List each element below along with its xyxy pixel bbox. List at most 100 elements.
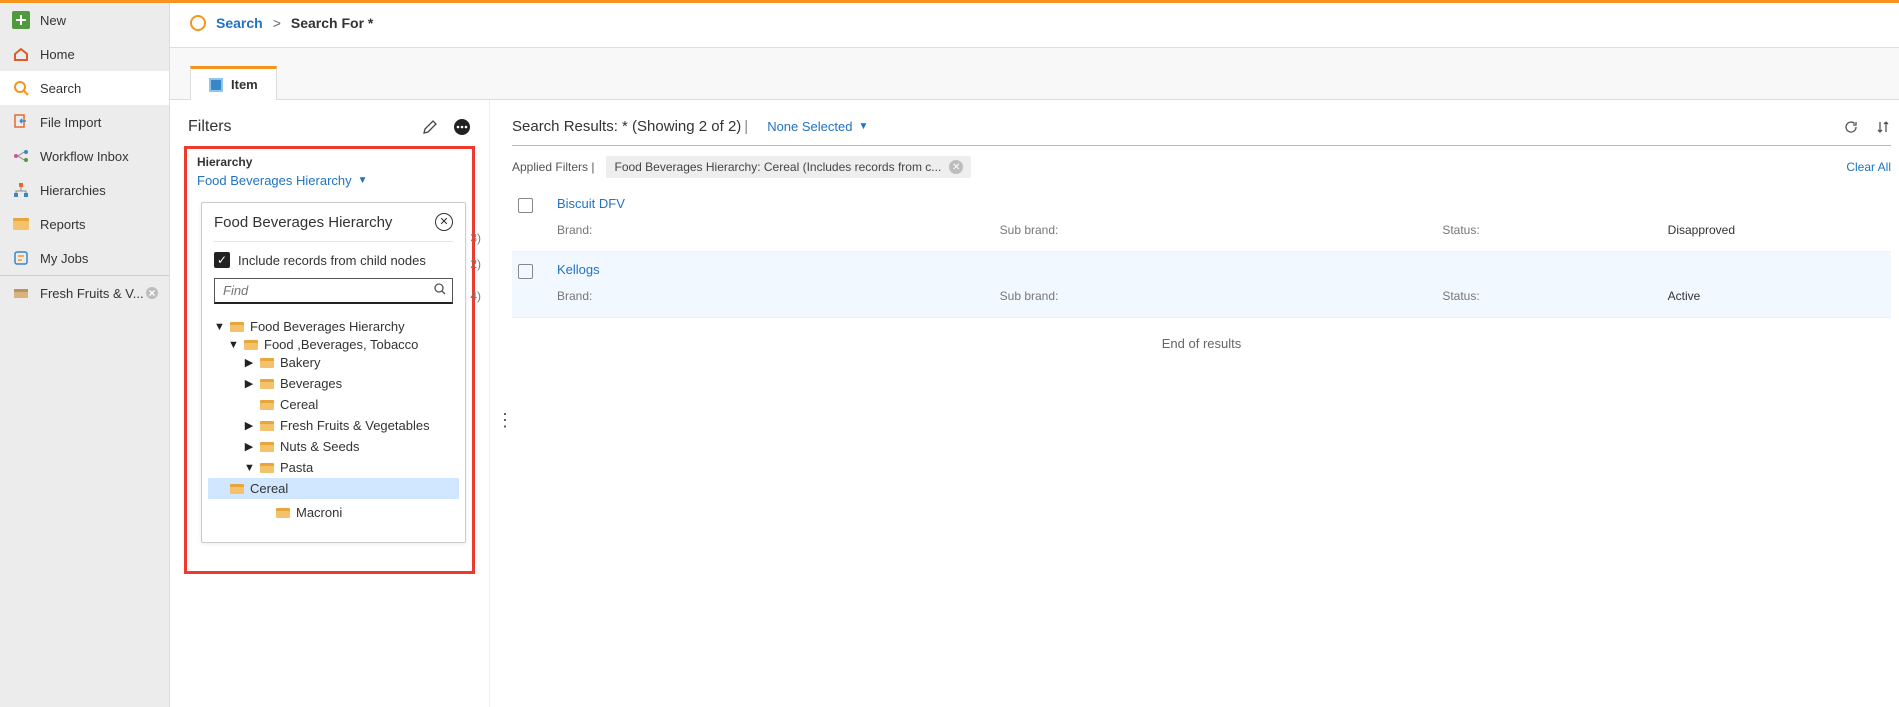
tab-label: Item xyxy=(231,77,258,92)
end-of-results: End of results xyxy=(512,318,1891,369)
nav-label: Hierarchies xyxy=(40,183,106,198)
folder-icon xyxy=(260,400,274,410)
nav-workflow-inbox[interactable]: Workflow Inbox xyxy=(0,139,169,173)
result-row: Kellogs Brand: Sub brand: Status: Active xyxy=(512,252,1891,318)
box-icon xyxy=(12,284,30,302)
nav-hierarchies[interactable]: Hierarchies xyxy=(0,173,169,207)
main: Search > Search For * Item Filters xyxy=(170,3,1899,707)
nav-open-fresh-fruits[interactable]: Fresh Fruits & V... xyxy=(0,276,169,310)
import-icon xyxy=(12,113,30,131)
item-icon xyxy=(209,78,223,92)
chevron-right-icon: ▶ xyxy=(244,356,254,369)
hierarchy-link-text: Food Beverages Hierarchy xyxy=(197,173,352,188)
workflow-icon xyxy=(12,147,30,165)
pencil-icon[interactable] xyxy=(421,118,439,136)
sidebar: New Home Search File Import Workflow Inb… xyxy=(0,3,170,707)
tree-node-pasta-cereal[interactable]: Cereal xyxy=(208,478,459,499)
home-icon xyxy=(12,45,30,63)
brand-label: Brand: xyxy=(557,223,992,237)
result-link[interactable]: Kellogs xyxy=(557,262,1885,277)
nav-label: My Jobs xyxy=(40,251,88,266)
folder-icon xyxy=(260,463,274,473)
tree-label: Beverages xyxy=(280,376,342,391)
tree-label: Cereal xyxy=(280,397,318,412)
filters-panel: Filters Hierarchy Food Beverages Hierarc… xyxy=(170,100,490,707)
filters-title: Filters xyxy=(188,118,232,136)
status-label: Status: xyxy=(1442,223,1659,237)
breadcrumb: Search > Search For * xyxy=(170,3,1899,31)
nav-search[interactable]: Search xyxy=(0,71,169,105)
result-link[interactable]: Biscuit DFV xyxy=(557,196,1885,211)
selection-dropdown[interactable]: None Selected ▼ xyxy=(767,119,868,134)
hierarchy-dropdown[interactable]: Food Beverages Hierarchy ▼ xyxy=(197,173,368,188)
folder-icon xyxy=(244,340,258,350)
tree-node-root[interactable]: ▼ Food Beverages Hierarchy xyxy=(214,319,453,334)
folder-icon xyxy=(276,508,290,518)
hierarchy-label: Hierarchy xyxy=(197,155,466,169)
nav-label: Reports xyxy=(40,217,86,232)
more-icon[interactable] xyxy=(453,118,471,136)
find-input[interactable] xyxy=(214,278,453,304)
nav-file-import[interactable]: File Import xyxy=(0,105,169,139)
refresh-icon[interactable] xyxy=(1843,119,1859,135)
tree-label: Fresh Fruits & Vegetables xyxy=(280,418,430,433)
none-selected-label: None Selected xyxy=(767,119,852,134)
tree-label: Nuts & Seeds xyxy=(280,439,360,454)
include-label: Include records from child nodes xyxy=(238,253,426,268)
tab-bar: Item xyxy=(170,47,1899,100)
row-checkbox[interactable] xyxy=(518,198,533,213)
tree-node-nuts-seeds[interactable]: ▶ Nuts & Seeds xyxy=(214,439,453,454)
tree-label: Macroni xyxy=(296,505,342,520)
chevron-down-icon: ▼ xyxy=(244,462,254,474)
breadcrumb-link[interactable]: Search xyxy=(216,15,263,31)
nav-reports[interactable]: Reports xyxy=(0,207,169,241)
nav-label: Workflow Inbox xyxy=(40,149,129,164)
nav-my-jobs[interactable]: My Jobs xyxy=(0,241,169,275)
search-icon[interactable] xyxy=(433,282,447,296)
jobs-icon xyxy=(12,249,30,267)
results-count-text: Search Results: * (Showing 2 of 2) xyxy=(512,118,741,135)
chevron-down-icon: ▼ xyxy=(858,121,868,132)
tree-label: Pasta xyxy=(280,460,313,475)
chevron-right-icon: ▶ xyxy=(244,440,254,453)
folder-icon xyxy=(230,322,244,332)
tree-label: Cereal xyxy=(250,481,288,496)
chevron-right-icon: ▶ xyxy=(244,419,254,432)
folder-icon xyxy=(260,358,274,368)
nav-home[interactable]: Home xyxy=(0,37,169,71)
remove-chip-icon[interactable]: ✕ xyxy=(949,160,963,174)
resize-handle-icon[interactable]: ⋮ xyxy=(496,410,514,431)
tree-node-pasta[interactable]: ▼ Pasta xyxy=(214,460,453,475)
folder-icon xyxy=(12,215,30,233)
tree-node-food-bev-tobacco[interactable]: ▼ Food ,Beverages, Tobacco xyxy=(214,337,453,352)
breadcrumb-current: Search For * xyxy=(291,15,373,31)
close-icon[interactable] xyxy=(145,286,159,300)
tree-node-cereal[interactable]: Cereal xyxy=(214,397,453,412)
close-icon[interactable]: ✕ xyxy=(435,213,453,231)
tab-item[interactable]: Item xyxy=(190,66,277,100)
sort-icon[interactable] xyxy=(1875,119,1891,135)
tree-node-pasta-macroni[interactable]: Macroni xyxy=(214,505,453,520)
highlighted-filter-box: Hierarchy Food Beverages Hierarchy ▼ 3) … xyxy=(184,146,475,574)
tree-node-beverages[interactable]: ▶ Beverages xyxy=(214,376,453,391)
result-row: Biscuit DFV Brand: Sub brand: Status: Di… xyxy=(512,186,1891,252)
include-child-toggle[interactable]: ✓ Include records from child nodes xyxy=(214,252,453,268)
folder-icon xyxy=(260,442,274,452)
filter-chip: Food Beverages Hierarchy: Cereal (Includ… xyxy=(606,156,971,178)
nav-label: Home xyxy=(40,47,75,62)
subbrand-label: Sub brand: xyxy=(1000,223,1435,237)
nav-new[interactable]: New xyxy=(0,3,169,37)
chevron-down-icon: ▼ xyxy=(214,321,224,333)
tree-node-fresh-fruits[interactable]: ▶ Fresh Fruits & Vegetables xyxy=(214,418,453,433)
hierarchy-tree: ▼ Food Beverages Hierarchy ▼ xyxy=(214,316,453,532)
clear-all-link[interactable]: Clear All xyxy=(1846,160,1891,174)
status-label: Status: xyxy=(1442,289,1659,303)
folder-icon xyxy=(260,421,274,431)
count-badge: 3) xyxy=(470,231,481,245)
popout-title: Food Beverages Hierarchy xyxy=(214,214,392,231)
breadcrumb-icon xyxy=(190,15,206,31)
tree-label: Food ,Beverages, Tobacco xyxy=(264,337,418,352)
tree-node-bakery[interactable]: ▶ Bakery xyxy=(214,355,453,370)
row-checkbox[interactable] xyxy=(518,264,533,279)
status-value: Active xyxy=(1668,289,1885,303)
